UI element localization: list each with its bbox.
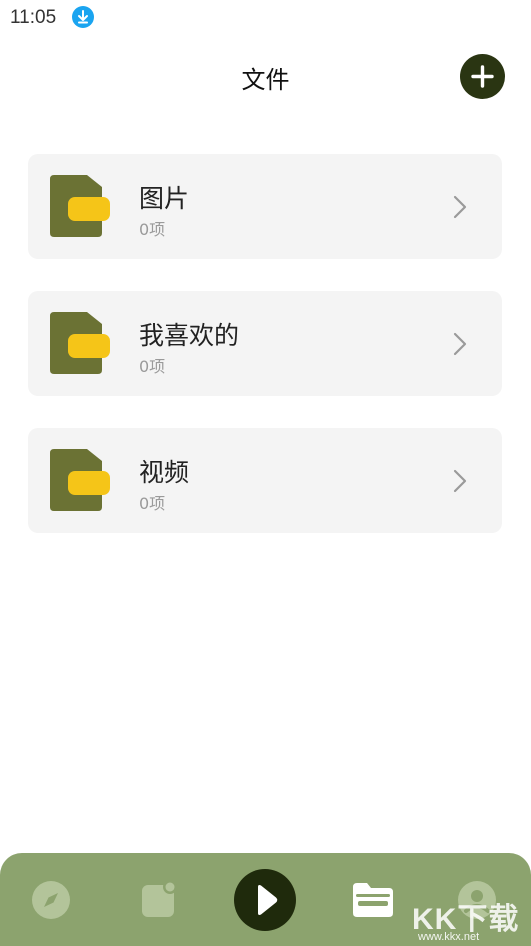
chevron-right-icon xyxy=(453,469,467,493)
folder-list: 图片 0项 我喜欢的 0项 视频 0项 xyxy=(28,154,502,565)
nav-photos[interactable] xyxy=(140,880,178,919)
plus-icon xyxy=(471,65,494,88)
add-button[interactable] xyxy=(460,54,505,99)
status-bar: 11:05 xyxy=(0,0,531,36)
folder-icon xyxy=(353,883,393,917)
page-title: 文件 xyxy=(241,66,290,94)
folder-name: 我喜欢的 xyxy=(139,321,240,350)
chevron-right-icon xyxy=(453,332,467,356)
folder-item-favorites[interactable]: 我喜欢的 0项 xyxy=(28,291,502,396)
nav-files[interactable] xyxy=(353,883,393,917)
folder-icon xyxy=(50,175,110,237)
header: 文件 xyxy=(0,48,531,104)
play-button[interactable] xyxy=(234,869,296,931)
profile-icon xyxy=(458,881,496,919)
folder-icon xyxy=(50,312,110,374)
compass-icon xyxy=(32,881,70,919)
chevron-right-icon xyxy=(453,195,467,219)
folder-count: 0项 xyxy=(139,220,166,239)
nav-discover[interactable] xyxy=(32,881,70,919)
photo-icon xyxy=(142,880,177,917)
folder-name: 图片 xyxy=(139,184,190,213)
folder-item-videos[interactable]: 视频 0项 xyxy=(28,428,502,533)
folder-name: 视频 xyxy=(139,458,190,487)
folder-count: 0项 xyxy=(139,357,166,376)
status-time: 11:05 xyxy=(10,7,57,28)
download-arrow-icon xyxy=(72,6,94,28)
play-icon xyxy=(258,885,278,915)
bottom-nav xyxy=(0,853,531,946)
folder-item-pictures[interactable]: 图片 0项 xyxy=(28,154,502,259)
folder-count: 0项 xyxy=(139,494,166,513)
nav-profile[interactable] xyxy=(458,881,496,919)
folder-icon xyxy=(50,449,110,511)
